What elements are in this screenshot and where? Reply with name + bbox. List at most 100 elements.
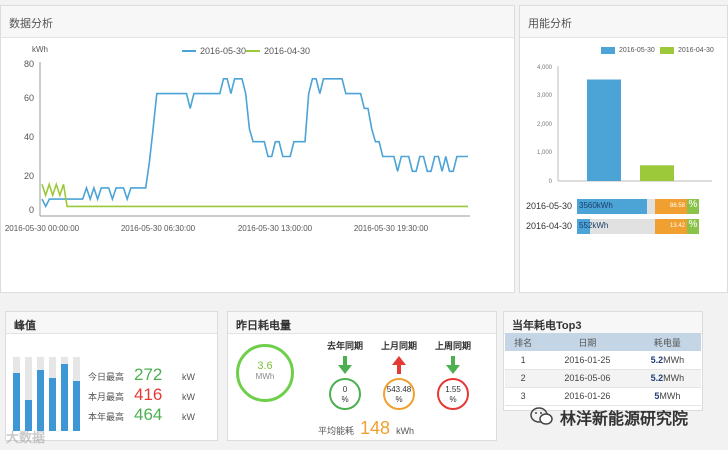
energy-row-label-april: 2016-04-30 [526,221,573,231]
top3-header-rank: 排名 [505,333,542,351]
compare-last-month-value: 543.48 [386,385,412,394]
bar-y-tick-1000: 1,000 [537,150,553,156]
peak-bar [61,364,68,431]
top3-rank: 1 [505,351,542,370]
top3-value: 5.2 [650,354,664,365]
compare-last-year: 去年同期 0 % [325,339,365,410]
peak-label-today: 今日最高 [88,372,125,382]
energy-percent-sign-may-text: % [688,199,698,210]
peak-unit-month: kW [182,392,196,402]
energy-percent-sign-may: % [687,199,699,214]
watermark-left: 大数据 [6,427,45,446]
top3-unit: MWh [663,354,685,365]
compare-last-week-value: 1.55 [445,385,461,394]
peak-value-month: 416 [134,385,163,404]
top3-header-row: 排名 日期 耗电量 [505,333,701,351]
x-tick-3: 2016-05-30 19:30:00 [354,224,429,233]
top3-value-cell: 5.2MWh [633,351,701,370]
y-tick-20: 20 [24,171,34,181]
table-row[interactable]: 1 2016-01-25 5.2MWh [505,351,701,370]
compare-last-month-title: 上月同期 [380,341,417,351]
compare-last-week-title: 上周同期 [434,341,471,351]
yesterday-total-circle: 3.6 MWh [236,344,294,402]
consumption-line-chart: kWh 80 60 40 20 0 2016-05-30 00:00:00 20… [5,45,470,233]
top3-header-value: 耗电量 [633,333,701,351]
top3-rank: 3 [505,387,542,406]
bar-y-tick-4000: 4,000 [537,65,553,71]
peak-bar-track [49,357,56,431]
peak-bar [73,380,80,431]
energy-percent-sign-april: % [687,219,699,234]
top3-value-cell: 5MWh [633,387,701,406]
energy-value-may: 3560kWh [579,201,613,210]
energy-legend-may[interactable]: 2016-05-30 [601,47,655,54]
y-axis-label: kWh [32,45,48,54]
energy-analysis-title: 用能分析 [520,6,727,38]
arrow-down-icon [338,356,352,374]
compare-last-week-circle: 1.55 % [437,378,469,410]
energy-track-may: 3560kWh [577,199,665,214]
x-tick-0: 2016-05-30 00:00:00 [5,224,80,233]
peak-title: 峰值 [6,312,217,334]
table-row[interactable]: 3 2016-01-26 5MWh [505,387,701,406]
watermark-text: 林洋新能源研究院 [560,411,689,428]
bar-may[interactable] [587,79,621,182]
top3-date: 2016-01-26 [541,387,634,406]
energy-legend-april[interactable]: 2016-04-30 [660,47,714,54]
series-line-may [41,78,468,209]
compare-last-year-circle: 0 % [329,378,361,410]
compare-last-month-circle: 543.48 % [383,378,415,410]
top3-date: 2016-05-06 [541,369,634,388]
peak-bar [13,373,20,431]
y-tick-0: 0 [29,205,34,215]
energy-swatch-may [601,47,615,54]
compare-last-year-unit: % [341,395,349,404]
table-row[interactable]: 2 2016-05-06 5.2MWh [505,369,701,388]
energy-percent-may: 86.58 [655,199,687,214]
bar-y-tick-2000: 2,000 [537,122,553,128]
peak-unit-year: kW [182,412,196,422]
energy-row-may: 2016-05-30 3560kWh 86.58 % [526,199,716,215]
bar-april[interactable] [640,165,674,181]
y-tick-40: 40 [24,132,34,142]
energy-percent-value-april: 13.42 [669,223,685,229]
compare-last-week: 上周同期 1.55 % [433,339,473,410]
energy-row-label-may: 2016-05-30 [526,201,573,211]
energy-legend-label-april: 2016-04-30 [678,47,714,54]
energy-legend-label-may: 2016-05-30 [619,47,655,54]
data-analysis-title: 数据分析 [1,6,514,38]
yesterday-total-value: 3.6 [257,360,273,372]
peak-row-year: 本年最高 464 kW [88,405,195,425]
compare-last-year-title: 去年同期 [326,341,363,351]
energy-percent-value-may: 86.58 [669,203,685,209]
peak-bar [49,377,56,431]
watermark-left-text: 大数据 [6,430,46,445]
average-consumption: 平均能耗 148 kWh [318,418,414,439]
yesterday-title: 昨日耗电量 [228,312,496,334]
peak-value-today: 272 [134,365,163,384]
watermark: 林洋新能源研究院 [530,405,688,429]
compare-last-month-unit: % [395,395,403,404]
peak-label-year: 本年最高 [88,412,125,422]
average-label: 平均能耗 [318,426,355,436]
arrow-down-icon [446,356,460,374]
compare-last-month: 上月同期 543.48 % [379,339,419,410]
peak-bar-track [61,357,68,431]
peak-bar-track [73,357,80,431]
top3-header-date: 日期 [541,333,634,351]
top3-unit: MWh [659,391,681,401]
top3-value-cell: 5.2MWh [633,369,701,388]
energy-percent-april: 13.42 [655,219,687,234]
top3-value: 5.2 [650,373,664,383]
energy-percent-sign-april-text: % [688,219,698,230]
peak-unit-today: kW [182,372,196,382]
compare-last-week-unit: % [449,395,457,404]
energy-value-april: 552kWh [579,221,609,230]
y-tick-60: 60 [24,93,34,103]
average-unit: kWh [396,426,415,436]
wechat-logo-icon [530,407,553,425]
top3-table: 排名 日期 耗电量 1 2016-01-25 5.2MWh 2 2016-05-… [505,333,701,406]
peak-row-month: 本月最高 416 kW [88,385,195,405]
top3-title: 当年耗电Top3 [504,312,702,334]
peak-bar-track [37,357,44,431]
